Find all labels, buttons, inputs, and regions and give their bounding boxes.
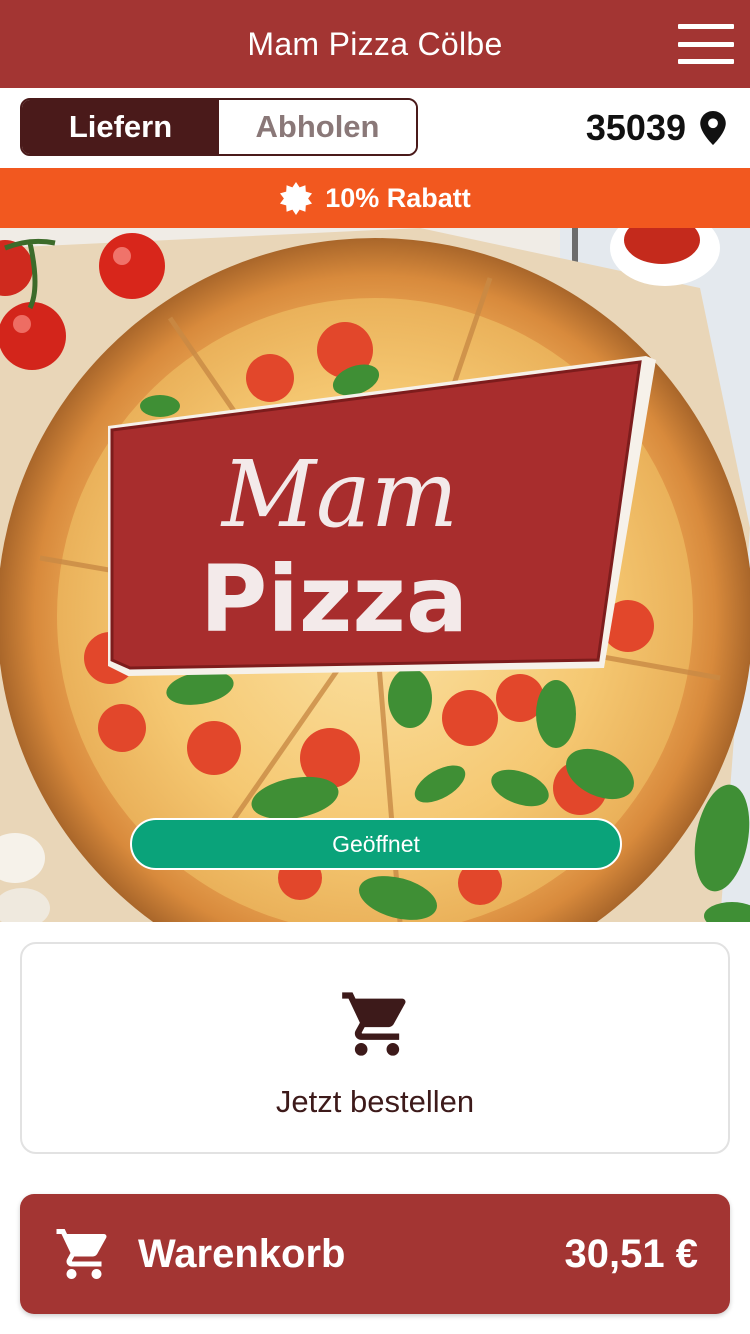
pickup-tab[interactable]: Abholen	[219, 100, 416, 154]
map-pin-icon	[700, 111, 726, 145]
order-mode-row: Liefern Abholen 35039	[0, 88, 750, 168]
postcode-selector[interactable]: 35039	[586, 100, 726, 156]
hero-image: Mam Pizza Geöffnet	[0, 228, 750, 922]
cart-button[interactable]: Warenkorb 30,51 €	[20, 1194, 730, 1314]
badge-icon	[280, 182, 313, 215]
postcode-value: 35039	[585, 107, 686, 148]
logo-line-1: Mam	[220, 441, 458, 548]
open-status-badge: Geöffnet	[130, 818, 622, 870]
cart-label: Warenkorb	[138, 1232, 346, 1276]
shopping-cart-icon	[342, 992, 406, 1056]
order-now-button[interactable]: Jetzt bestellen	[20, 942, 730, 1154]
hamburger-menu-icon[interactable]	[678, 24, 734, 64]
shopping-cart-icon	[56, 1229, 107, 1279]
order-mode-toggle: Liefern Abholen	[20, 98, 418, 156]
order-now-label: Jetzt bestellen	[275, 1084, 475, 1119]
deliver-tab[interactable]: Liefern	[22, 100, 219, 154]
logo-line-2: Pizza	[200, 546, 468, 653]
page-title: Mam Pizza Cölbe	[247, 25, 503, 62]
discount-text: 10% Rabatt	[325, 182, 471, 213]
app-header: Mam Pizza Cölbe	[0, 0, 750, 88]
discount-banner: 10% Rabatt	[0, 168, 750, 228]
cart-total: 30,51 €	[564, 1232, 698, 1276]
